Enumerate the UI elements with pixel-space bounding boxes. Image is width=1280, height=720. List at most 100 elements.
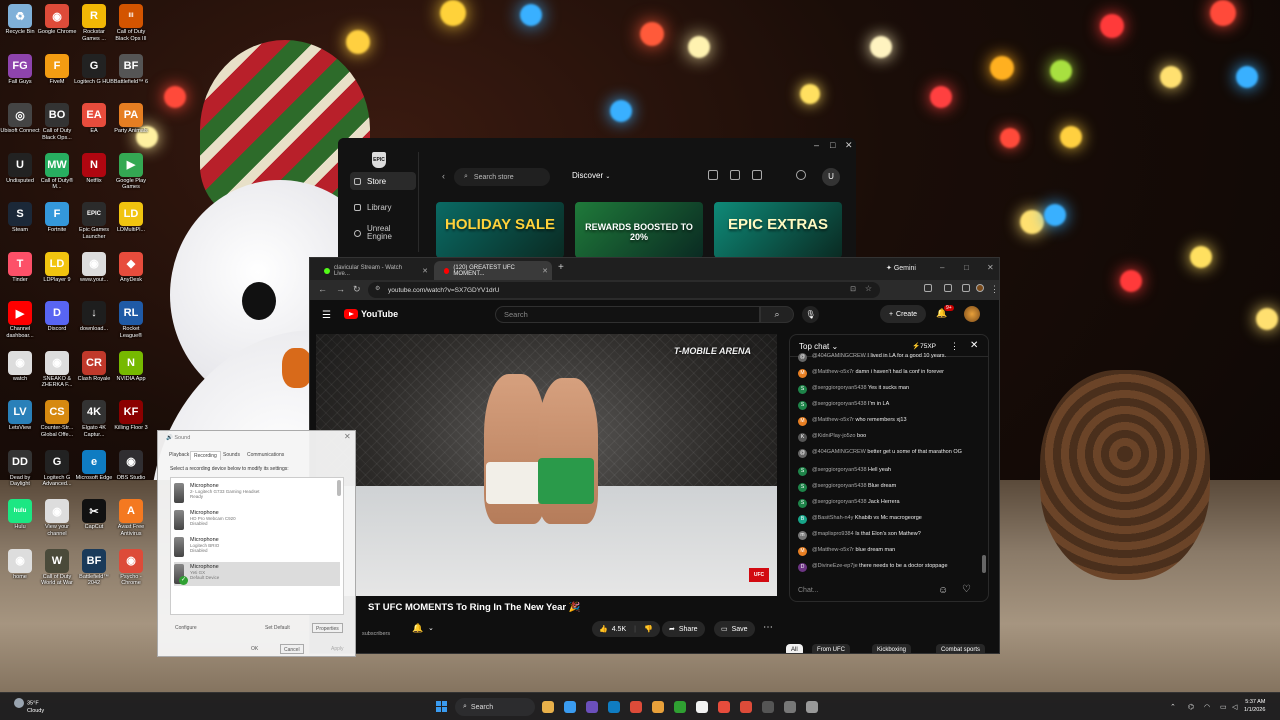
chat-author[interactable]: @serggiorgoryan5438 <box>812 385 867 391</box>
maximize-icon[interactable]: □ <box>964 263 969 272</box>
close-icon[interactable]: ✕ <box>344 432 351 441</box>
more-actions-icon[interactable]: ⋯ <box>763 622 773 633</box>
set-default-button[interactable]: Set Default <box>262 623 293 633</box>
minimize-icon[interactable]: – <box>814 140 819 150</box>
taskbar-app-icon[interactable] <box>630 701 642 713</box>
chat-avatar[interactable]: M <box>798 417 807 426</box>
desktop-icon[interactable]: S Steam <box>0 202 40 234</box>
taskbar-app-icon[interactable] <box>608 701 620 713</box>
epic-promo-card[interactable]: REWARDS BOOSTED TO 20% <box>575 202 703 258</box>
desktop-icon[interactable]: e Microsoft Edge <box>74 449 114 482</box>
desktop-icon[interactable]: ▶ Channel dashboar... <box>0 301 40 339</box>
download-icon[interactable] <box>944 284 952 292</box>
desktop-icon[interactable]: ◉ Google Chrome <box>37 4 77 36</box>
youtube-search-input[interactable]: Search <box>495 306 760 323</box>
epic-promo-card[interactable]: EPIC EXTRAS <box>714 202 842 258</box>
close-tab-icon[interactable]: ✕ <box>422 267 428 275</box>
site-info-icon[interactable]: ⚙ <box>375 285 380 292</box>
epic-discover-menu[interactable]: Discover ⌄ <box>572 171 610 180</box>
desktop-icon[interactable]: III Call of Duty Black Ops III <box>111 4 151 42</box>
desktop-icon[interactable]: LD LDMultiPl... <box>111 202 151 234</box>
desktop-icon[interactable]: FG Fall Guys <box>0 53 40 86</box>
chat-scrollbar[interactable] <box>982 555 986 573</box>
chat-avatar[interactable]: S <box>798 385 807 394</box>
desktop-icon[interactable]: R Rockstar Games ... <box>74 4 114 42</box>
chat-author[interactable]: @serggiorgoryan5438 <box>812 401 867 407</box>
network-icon[interactable]: ⌬ <box>1188 703 1194 711</box>
chevron-down-icon[interactable]: ⌄ <box>428 624 434 632</box>
browser-tab[interactable]: clavicular Stream - Watch Live... ✕ <box>314 261 432 280</box>
save-button[interactable]: ▭ Save <box>714 621 755 637</box>
taskbar-app-icon[interactable] <box>762 701 774 713</box>
search-icon[interactable]: ⌕ <box>760 306 794 323</box>
recording-device[interactable]: Microphone HD Pro Webcam C920 Disabled <box>174 508 340 532</box>
filter-chip[interactable]: Combat sports <box>936 644 986 653</box>
minimize-icon[interactable]: – <box>940 263 944 272</box>
forward-icon[interactable]: → <box>336 284 345 294</box>
desktop-icon[interactable]: MW Call of Duty® M... <box>37 152 77 191</box>
chat-avatar[interactable]: @ <box>798 449 807 458</box>
desktop-icon[interactable]: T Tinder <box>0 251 40 284</box>
taskbar-app-icon[interactable] <box>586 701 598 713</box>
desktop-icon[interactable]: F FiveM <box>37 53 77 86</box>
tab-sounds[interactable]: Sounds <box>220 451 243 459</box>
chat-author[interactable]: @Matthew-o5x7r <box>812 547 854 553</box>
split-view-icon[interactable] <box>962 284 970 292</box>
chat-author[interactable]: @maplispro9384 <box>812 531 854 537</box>
taskbar-app-icon[interactable] <box>564 701 576 713</box>
friends-icon[interactable] <box>796 170 806 180</box>
profile-icon[interactable] <box>976 284 984 292</box>
epic-user-avatar[interactable]: U <box>822 168 840 186</box>
desktop-icon[interactable]: ◉ home <box>0 548 40 581</box>
desktop-icon[interactable]: CS Counter-Str... Global Offe... <box>37 400 77 438</box>
epic-nav-store[interactable]: Store <box>350 172 416 190</box>
hamburger-menu-icon[interactable]: ☰ <box>322 310 331 321</box>
taskbar-app-icon[interactable] <box>696 701 708 713</box>
epic-nav-unreal[interactable]: Unreal Engine <box>350 222 416 244</box>
extension-icon[interactable] <box>924 284 932 292</box>
reload-icon[interactable]: ↻ <box>353 284 361 295</box>
chat-input[interactable]: Chat... <box>798 587 819 594</box>
chat-avatar[interactable]: @ <box>798 353 807 362</box>
desktop-icon[interactable]: 4K Elgato 4K Captur... <box>74 400 114 438</box>
tab-communications[interactable]: Communications <box>244 451 287 459</box>
close-icon[interactable]: ✕ <box>970 340 978 351</box>
display-icon[interactable]: ▭ <box>1220 703 1227 711</box>
thumbs-down-icon[interactable]: 👎 <box>644 625 653 633</box>
chat-author[interactable]: @Matthew-o5x7r <box>812 369 854 375</box>
recording-device[interactable]: ✓ Microphone Yeti GX Default Device <box>174 562 340 586</box>
create-button[interactable]: + Create <box>880 305 926 323</box>
notify-bell-icon[interactable]: 🔔 <box>412 623 423 634</box>
chat-author[interactable]: @serggiorgoryan5438 <box>812 499 867 505</box>
taskbar-app-icon[interactable] <box>784 701 796 713</box>
cart-icon[interactable] <box>752 170 762 180</box>
chat-avatar[interactable]: S <box>798 467 807 476</box>
desktop-icon[interactable]: W Call of Duty World at War <box>37 548 77 587</box>
desktop-icon[interactable]: LD LDPlayer 9 <box>37 251 77 284</box>
menu-kebab-icon[interactable]: ⋮ <box>990 284 999 295</box>
chat-avatar[interactable]: M <box>798 369 807 378</box>
chat-avatar[interactable]: M <box>798 547 807 556</box>
configure-button[interactable]: Configure <box>172 623 200 633</box>
chat-author[interactable]: @KidniPlay-jo5zo <box>812 433 856 439</box>
recording-device[interactable]: Microphone Logitech BRIO Disabled <box>174 535 340 559</box>
desktop-icon[interactable]: U Undisputed <box>0 152 40 185</box>
wishlist-icon[interactable] <box>708 170 718 180</box>
desktop-icon[interactable]: ◉ OBS Studio <box>111 449 151 482</box>
tray-chevron-icon[interactable]: ⌃ <box>1170 703 1176 711</box>
volume-icon[interactable]: ◁ <box>1232 703 1237 711</box>
chat-author[interactable]: @404GAMINGCREW <box>812 353 866 359</box>
taskbar-app-icon[interactable] <box>806 701 818 713</box>
cancel-button[interactable]: Cancel <box>280 644 304 654</box>
chat-author[interactable]: @Matthew-o5x7r <box>812 417 854 423</box>
desktop-icon[interactable]: ◉ Psycho - Chrome <box>111 548 151 587</box>
desktop-icon[interactable]: DD Dead by Daylight <box>0 449 40 488</box>
windows-start-icon[interactable] <box>436 701 447 712</box>
chat-avatar[interactable]: S <box>798 401 807 410</box>
desktop-icon[interactable]: N Netflix <box>74 152 114 185</box>
desktop-icon[interactable]: PA Party Animals <box>111 103 151 135</box>
like-button[interactable]: 👍 4.5K | 👎 <box>592 621 660 637</box>
desktop-icon[interactable]: G Logitech G HUB <box>74 53 114 86</box>
desktop-icon[interactable]: hulu Hulu <box>0 499 40 531</box>
close-icon[interactable]: ✕ <box>845 140 853 151</box>
